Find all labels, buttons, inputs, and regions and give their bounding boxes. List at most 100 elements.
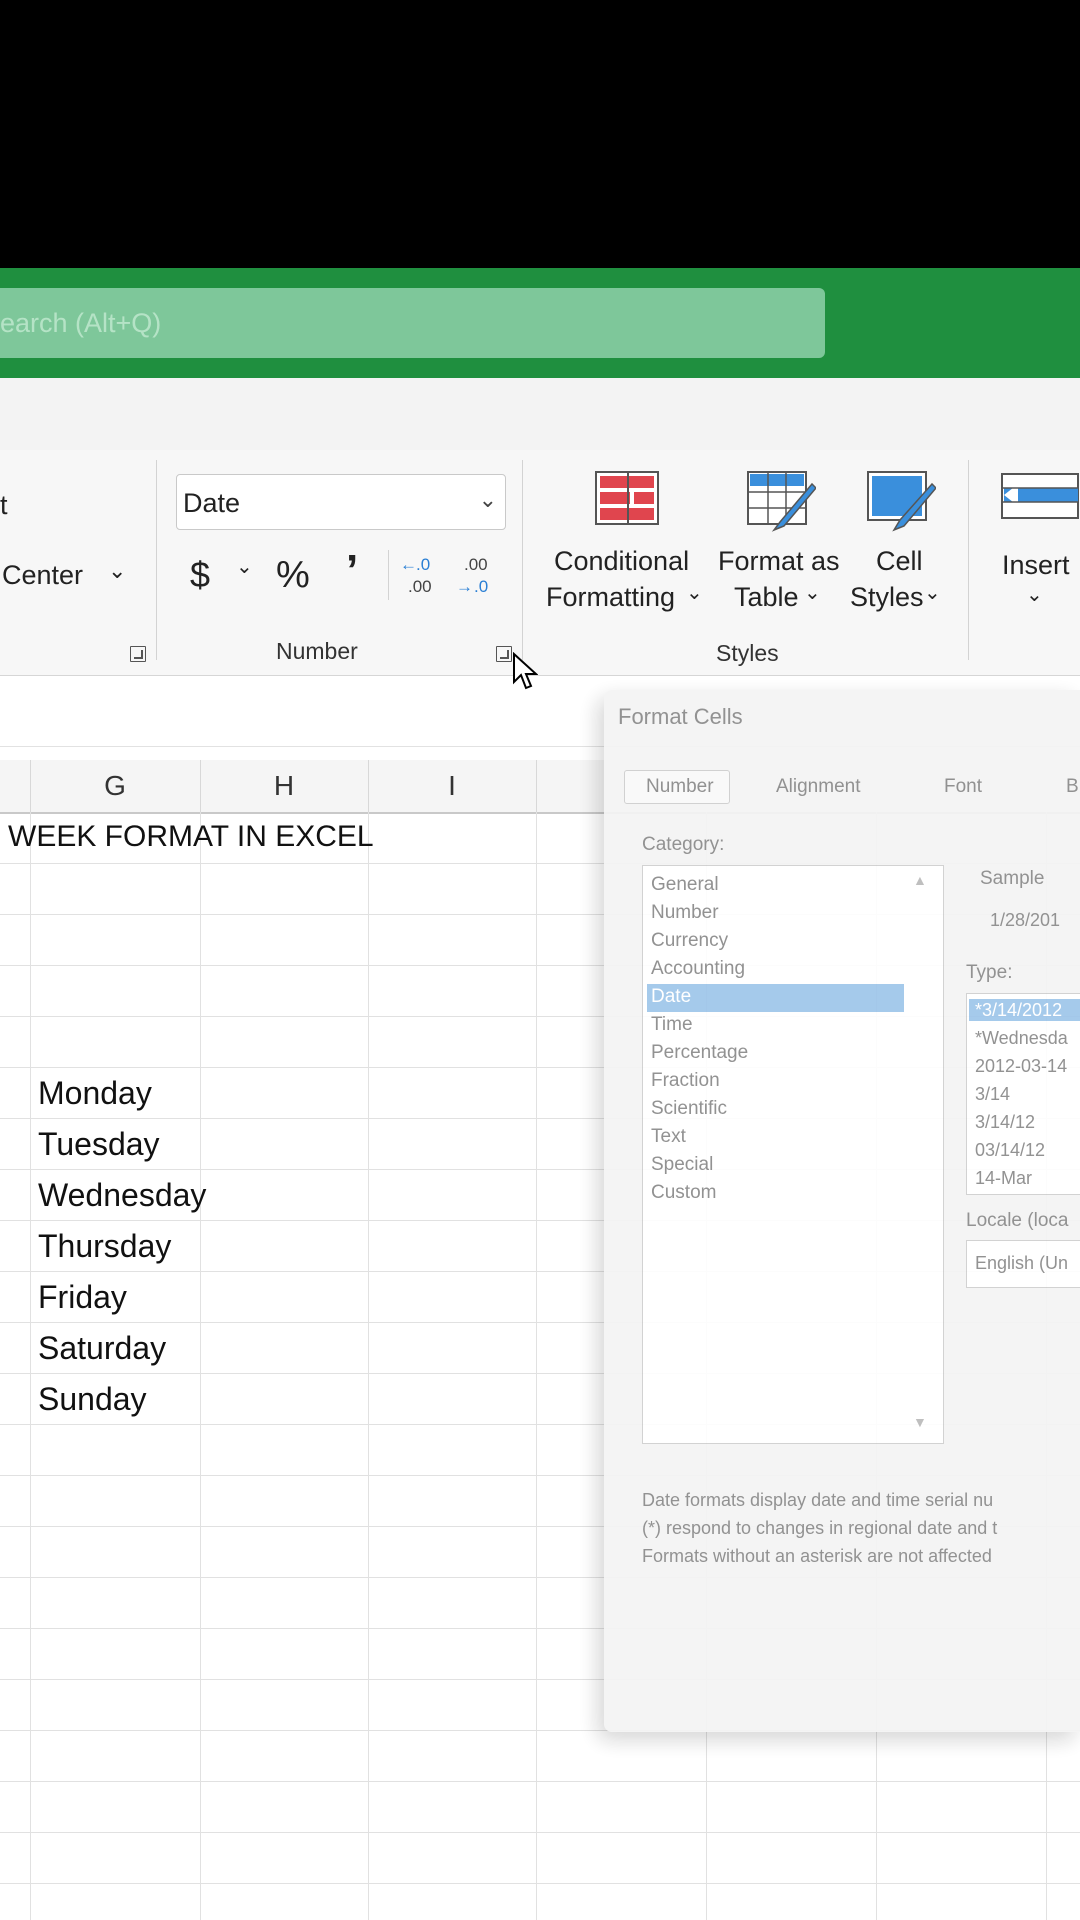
search-placeholder: earch (Alt+Q)	[0, 308, 162, 338]
sample-label: Sample	[980, 868, 1045, 889]
day-cell-tuesday[interactable]: Tuesday	[38, 1126, 160, 1163]
description-line: Formats without an asterisk are not affe…	[642, 1546, 992, 1566]
conditional-formatting-line2[interactable]: Formatting	[546, 582, 675, 613]
cell-styles-line1[interactable]: Cell	[876, 546, 923, 577]
number-group-label: Number	[276, 638, 358, 664]
ribbon: t Center ⌄ Date ⌄ $ ⌄ % ’ .0 ← .00 .00 →…	[0, 450, 1080, 676]
description-line: (*) respond to changes in regional date …	[642, 1518, 998, 1538]
number-format-select[interactable]: Date ⌄	[176, 474, 506, 530]
styles-group-label: Styles	[716, 640, 779, 666]
merge-center-button[interactable]: Center	[2, 560, 83, 591]
insert-button-label[interactable]: Insert	[1002, 550, 1070, 581]
grid-line	[200, 812, 201, 1920]
grid-line	[368, 812, 369, 1920]
grid-line	[0, 1883, 1080, 1884]
number-divider	[388, 550, 389, 600]
type-item[interactable]: 03/14/12	[975, 1140, 1045, 1161]
category-item[interactable]: General	[651, 874, 719, 896]
scroll-down-icon[interactable]: ▼	[913, 1414, 927, 1430]
group-divider	[968, 460, 969, 660]
category-item[interactable]: Text	[651, 1126, 686, 1148]
group-divider	[156, 460, 157, 660]
format-as-table-chevron-icon[interactable]: ⌄	[804, 580, 821, 605]
tab-alignment[interactable]: Alignment	[776, 776, 861, 798]
category-item[interactable]: Time	[651, 1014, 693, 1036]
increase-decimal-icon[interactable]: .0 ← .00	[398, 552, 444, 598]
conditional-formatting-icon[interactable]	[594, 470, 660, 526]
type-list[interactable]: *3/14/2012 *Wednesda 2012-03-14 3/14 3/1…	[966, 993, 1080, 1195]
cell-styles-icon[interactable]	[866, 470, 936, 532]
category-item[interactable]: Special	[651, 1154, 713, 1176]
number-launcher-icon[interactable]	[496, 646, 512, 662]
scroll-up-icon[interactable]: ▲	[913, 872, 927, 888]
type-item[interactable]: *Wednesda	[975, 1028, 1068, 1049]
number-format-value: Date	[183, 488, 241, 518]
type-item-selected[interactable]: *3/14/2012	[975, 1000, 1062, 1021]
alignment-launcher-icon[interactable]	[130, 646, 146, 662]
category-item[interactable]: Custom	[651, 1182, 716, 1204]
insert-icon[interactable]	[1000, 470, 1080, 524]
group-divider	[522, 460, 523, 660]
mouse-cursor-icon	[513, 652, 538, 690]
description-line: Date formats display date and time seria…	[642, 1490, 994, 1510]
type-item[interactable]: 3/14/12	[975, 1112, 1035, 1133]
column-header-h[interactable]: H	[200, 760, 369, 812]
currency-button[interactable]: $	[190, 554, 210, 596]
tab-border[interactable]: B	[1066, 776, 1079, 798]
day-cell-saturday[interactable]: Saturday	[38, 1330, 166, 1367]
decrease-decimal-icon[interactable]: .00 → .0	[454, 552, 500, 598]
category-item[interactable]: Number	[651, 902, 719, 924]
format-cells-dialog[interactable]: Format Cells Number Alignment Font B Cat…	[604, 690, 1080, 1732]
svg-text:.00: .00	[464, 555, 488, 574]
column-header-g[interactable]: G	[30, 760, 201, 812]
category-item[interactable]: Scientific	[651, 1098, 727, 1120]
locale-label: Locale (loca	[966, 1210, 1069, 1231]
column-header-i[interactable]: I	[368, 760, 537, 812]
category-item[interactable]: Fraction	[651, 1070, 720, 1092]
category-item-selected[interactable]: Date	[651, 986, 691, 1008]
svg-text:.0: .0	[416, 555, 430, 574]
cell-styles-line2[interactable]: Styles	[850, 582, 924, 613]
category-list[interactable]: General Number Currency Accounting Date …	[642, 865, 944, 1444]
comma-style-button[interactable]: ’	[346, 546, 358, 596]
format-as-table-icon[interactable]	[746, 470, 816, 532]
type-item[interactable]: 3/14	[975, 1084, 1010, 1105]
type-item[interactable]: 14-Mar	[975, 1168, 1032, 1189]
alignment-partial-label: t	[0, 490, 8, 520]
insert-chevron-icon[interactable]: ⌄	[1026, 582, 1043, 607]
conditional-formatting-line1[interactable]: Conditional	[554, 546, 689, 577]
svg-text:←: ←	[400, 555, 417, 574]
grid-line	[536, 812, 537, 1920]
dialog-title: Format Cells	[618, 704, 743, 729]
locale-select[interactable]: English (Un	[966, 1240, 1080, 1288]
percent-button[interactable]: %	[276, 554, 310, 597]
cell-styles-chevron-icon[interactable]: ⌄	[924, 580, 941, 605]
tab-number-label[interactable]: Number	[646, 776, 714, 798]
chevron-down-icon: ⌄	[478, 487, 497, 512]
day-cell-thursday[interactable]: Thursday	[38, 1228, 171, 1265]
category-item[interactable]: Percentage	[651, 1042, 748, 1064]
title-cell[interactable]: WEEK FORMAT IN EXCEL	[8, 820, 374, 854]
format-as-table-line1[interactable]: Format as	[718, 546, 840, 577]
day-cell-friday[interactable]: Friday	[38, 1279, 127, 1316]
day-cell-sunday[interactable]: Sunday	[38, 1381, 147, 1418]
grid-line	[0, 1781, 1080, 1782]
currency-dropdown-icon[interactable]: ⌄	[236, 554, 253, 579]
conditional-formatting-chevron-icon[interactable]: ⌄	[686, 580, 703, 605]
svg-text:.00: .00	[408, 577, 432, 596]
format-as-table-line2[interactable]: Table	[734, 582, 799, 613]
category-label: Category:	[642, 834, 725, 855]
type-item[interactable]: 2012-03-14	[975, 1056, 1067, 1077]
category-item[interactable]: Accounting	[651, 958, 745, 980]
column-header-f[interactable]	[0, 760, 31, 812]
tab-font[interactable]: Font	[944, 776, 982, 798]
svg-text:→: →	[456, 577, 473, 596]
search-input[interactable]: earch (Alt+Q)	[0, 288, 825, 358]
grid-line	[0, 1832, 1080, 1833]
day-cell-monday[interactable]: Monday	[38, 1075, 152, 1112]
category-item[interactable]: Currency	[651, 930, 728, 952]
top-black-band	[0, 0, 1080, 268]
sample-value: 1/28/201	[990, 910, 1061, 930]
day-cell-wednesday[interactable]: Wednesday	[38, 1177, 206, 1214]
merge-center-dropdown-icon[interactable]: ⌄	[108, 558, 126, 584]
